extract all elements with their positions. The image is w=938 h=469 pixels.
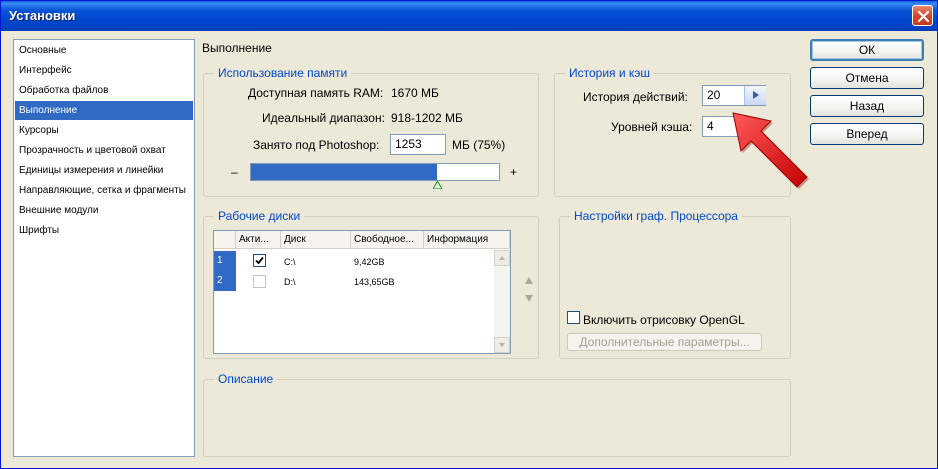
- table-header-index: [214, 231, 236, 249]
- disk-name-cell[interactable]: C:\: [284, 257, 296, 267]
- ideal-range-label: Идеальный диапазон:: [262, 111, 385, 125]
- slider-max-label: +: [510, 165, 518, 179]
- history-states-stepper[interactable]: [744, 86, 766, 105]
- nav-item-type[interactable]: Шрифты: [15, 221, 193, 240]
- preferences-window: Установки Основные Интерфейс Обработка ф…: [0, 0, 938, 469]
- back-button[interactable]: Назад: [810, 95, 924, 117]
- scroll-down-button[interactable]: [494, 337, 510, 353]
- nav-item-performance[interactable]: Выполнение: [15, 101, 193, 120]
- disk-active-checkbox[interactable]: [253, 275, 266, 288]
- nav-item-general[interactable]: Основные: [15, 41, 193, 60]
- disk-free-cell[interactable]: 9,42GB: [354, 257, 385, 267]
- opengl-label[interactable]: Включить отрисовку OpenGL: [583, 313, 745, 327]
- scroll-up-button[interactable]: [494, 250, 510, 266]
- slider-min-label: –: [231, 165, 238, 179]
- memory-slider[interactable]: [250, 163, 500, 181]
- history-states-label: История действий:: [583, 90, 688, 104]
- move-up-icon[interactable]: [525, 277, 533, 284]
- table-header-active[interactable]: Акти...: [236, 231, 281, 249]
- available-ram-value: 1670 МБ: [391, 86, 439, 100]
- window-title: Установки: [9, 8, 76, 23]
- close-button[interactable]: [912, 5, 933, 26]
- table-row-number[interactable]: 2: [214, 271, 236, 291]
- nav-item-cursors[interactable]: Курсоры: [15, 121, 193, 140]
- table-header-info[interactable]: Информация: [424, 231, 510, 249]
- table-row-number[interactable]: 1: [214, 251, 236, 271]
- advanced-settings-button[interactable]: Дополнительные параметры...: [567, 333, 762, 351]
- dialog-body: Основные Интерфейс Обработка файлов Выпо…: [4, 31, 934, 467]
- title-bar[interactable]: Установки: [1, 1, 937, 31]
- ideal-range-value: 918-1202 МБ: [391, 111, 463, 125]
- available-ram-label: Доступная память RAM:: [248, 86, 384, 100]
- nav-item-units-rulers[interactable]: Единицы измерения и линейки: [15, 161, 193, 180]
- description-legend: Описание: [214, 372, 278, 386]
- opengl-checkbox[interactable]: [567, 311, 580, 324]
- disk-name-cell[interactable]: D:\: [284, 277, 296, 287]
- category-list[interactable]: Основные Интерфейс Обработка файлов Выпо…: [13, 39, 195, 457]
- memory-slider-thumb[interactable]: [433, 181, 442, 189]
- table-header-disk[interactable]: Диск: [281, 231, 351, 249]
- red-arrow-annotation: [732, 112, 809, 189]
- nav-item-plugins[interactable]: Внешние модули: [15, 201, 193, 220]
- reorder-arrows[interactable]: [523, 275, 535, 305]
- nav-item-interface[interactable]: Интерфейс: [15, 61, 193, 80]
- disks-scrollbar[interactable]: [494, 250, 510, 353]
- gpu-settings-legend: Настройки граф. Процессора: [570, 209, 742, 223]
- triangle-right-icon: [753, 91, 759, 99]
- cache-levels-label: Уровней кэша:: [611, 120, 693, 134]
- ok-button[interactable]: ОК: [810, 39, 924, 61]
- memory-usage-legend: Использование памяти: [214, 66, 352, 80]
- page-title: Выполнение: [202, 41, 272, 55]
- photoshop-memory-label: Занято под Photoshop:: [253, 138, 380, 152]
- nav-item-file-handling[interactable]: Обработка файлов: [15, 81, 193, 100]
- move-down-icon[interactable]: [525, 295, 533, 302]
- chevron-down-icon: [499, 343, 505, 347]
- scratch-disks-legend: Рабочие диски: [214, 209, 305, 223]
- photoshop-memory-unit: МБ (75%): [452, 138, 506, 152]
- disk-free-cell[interactable]: 143,65GB: [354, 277, 395, 287]
- cancel-button[interactable]: Отмена: [810, 67, 924, 89]
- checkmark-icon: [255, 256, 264, 265]
- memory-slider-fill: [251, 164, 437, 180]
- scratch-disks-table[interactable]: Акти... Диск Свободное... Информация 1 C…: [213, 230, 511, 354]
- close-icon: [917, 10, 930, 23]
- disk-active-checkbox[interactable]: [253, 254, 266, 267]
- photoshop-memory-input[interactable]: 1253: [390, 134, 446, 155]
- nav-item-transparency[interactable]: Прозрачность и цветовой охват: [15, 141, 193, 160]
- chevron-up-icon: [499, 256, 505, 260]
- table-header-free-space[interactable]: Свободное...: [351, 231, 424, 249]
- history-cache-legend: История и кэш: [565, 66, 655, 80]
- nav-item-guides-grid[interactable]: Направляющие, сетка и фрагменты: [15, 181, 193, 200]
- forward-button[interactable]: Вперед: [810, 123, 924, 145]
- description-group: Описание: [203, 372, 791, 457]
